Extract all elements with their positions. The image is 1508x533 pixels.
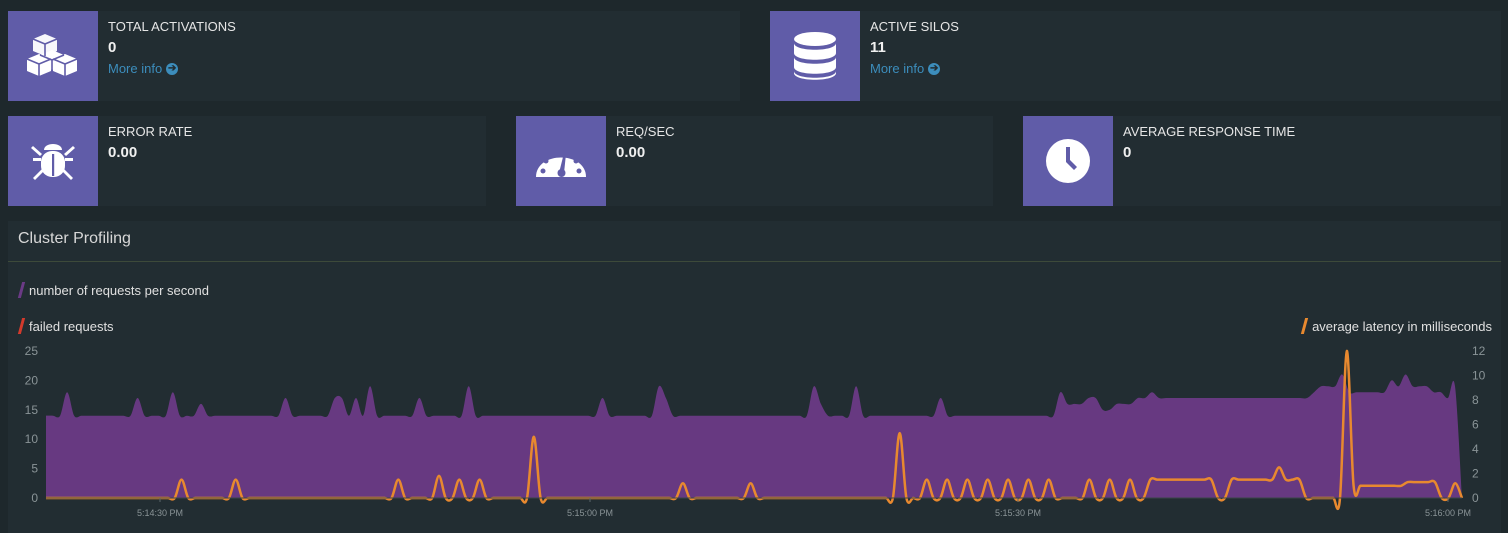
y-left-tick-label: 25 [25,344,39,358]
y-right-tick-label: 8 [1472,393,1479,407]
clock-icon [1023,116,1113,206]
active-silos-value: 11 [870,39,886,56]
total-activations-value: 0 [108,39,117,56]
more-info-label: More info [108,61,163,76]
y-right-tick-label: 0 [1472,491,1479,505]
more-info-label: More info [870,61,925,76]
database-icon [770,11,860,101]
y-right-tick-label: 2 [1472,467,1479,481]
y-left-tick-label: 0 [31,491,38,505]
req-sec-value: 0.00 [616,144,646,161]
avg-response-box: AVERAGE RESPONSE TIME 0 [1023,116,1501,206]
x-tick-label: 5:15:00 PM [567,508,613,518]
y-axis-left: 0 5 10 15 20 25 [25,344,39,505]
cubes-icon [8,11,98,101]
arrow-circle-right-icon: ➔ [166,63,179,75]
cluster-profiling-chart: 0 5 10 15 20 25 0 2 4 6 8 10 12 5:14:30 PM 5:15:00 P… [25,344,1486,518]
x-tick-label: 5:15:30 PM [995,508,1041,518]
arrow-circle-right-icon: ➔ [928,63,941,75]
error-rate-value: 0.00 [108,144,138,161]
x-tick-label: 5:16:00 PM [1425,508,1471,518]
y-left-tick-label: 10 [25,432,39,446]
total-activations-box: TOTAL ACTIVATIONS 0 More info ➔ [8,11,740,101]
active-silos-box: ACTIVE SILOS 11 More info ➔ [770,11,1501,101]
req-sec-label: REQ/SEC [616,124,675,139]
error-rate-box: ERROR RATE 0.00 [8,116,486,206]
x-axis: 5:14:30 PM 5:15:00 PM 5:15:30 PM 5:16:00 PM [137,498,1471,518]
y-right-tick-label: 6 [1472,418,1479,432]
y-left-tick-label: 5 [31,462,38,476]
avg-response-label: AVERAGE RESPONSE TIME [1123,124,1296,139]
y-right-tick-label: 4 [1472,442,1479,456]
x-tick-label: 5:14:30 PM [137,508,183,518]
y-right-tick-label: 10 [1472,369,1486,383]
y-right-tick-label: 12 [1472,344,1486,358]
bug-icon [8,116,98,206]
y-axis-right: 0 2 4 6 8 10 12 [1472,344,1486,505]
avg-response-value: 0 [1123,144,1132,161]
req-sec-box: REQ/SEC 0.00 [516,116,993,206]
dashboard-icon [516,116,606,206]
error-rate-label: ERROR RATE [108,124,193,139]
total-activations-more-info-link[interactable]: More info ➔ [108,59,179,79]
active-silos-more-info-link[interactable]: More info ➔ [870,59,941,79]
y-left-tick-label: 15 [25,403,39,417]
total-activations-label: TOTAL ACTIVATIONS [108,19,236,34]
cluster-profiling-panel: Cluster Profiling number of requests per… [8,221,1501,533]
y-left-tick-label: 20 [25,373,39,387]
active-silos-label: ACTIVE SILOS [870,19,959,34]
